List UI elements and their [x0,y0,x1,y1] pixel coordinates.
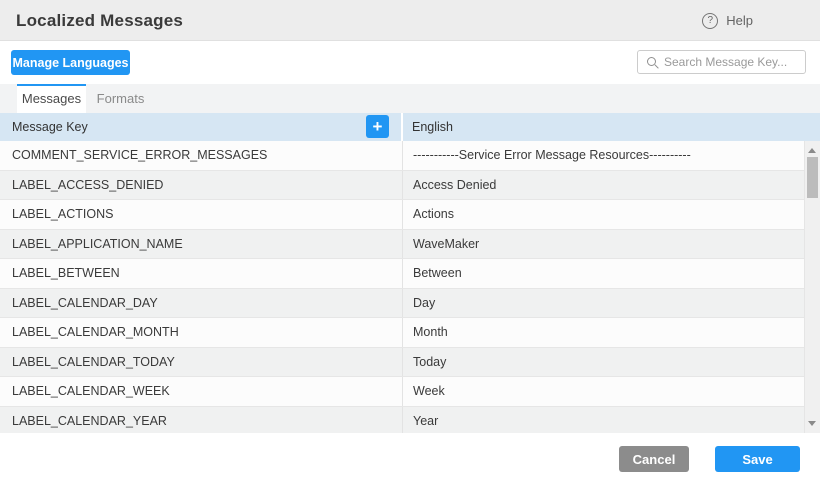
table-rows: COMMENT_SERVICE_ERROR_MESSAGES ---------… [0,141,804,433]
column-header-message-key: Message Key + [0,113,403,141]
scroll-down-icon[interactable] [808,421,816,426]
table-row[interactable]: LABEL_ACCESS_DENIED Access Denied [0,171,804,201]
table-body: COMMENT_SERVICE_ERROR_MESSAGES ---------… [0,141,820,433]
page-title: Localized Messages [16,0,183,41]
scroll-up-icon[interactable] [808,148,816,153]
message-key-cell[interactable]: LABEL_CALENDAR_DAY [0,289,403,318]
message-key-cell[interactable]: LABEL_CALENDAR_MONTH [0,318,403,347]
table-row[interactable]: LABEL_CALENDAR_DAY Day [0,289,804,319]
english-value-cell[interactable]: WaveMaker [403,230,804,259]
save-button[interactable]: Save [715,446,800,472]
table-row[interactable]: COMMENT_SERVICE_ERROR_MESSAGES ---------… [0,141,804,171]
table-row[interactable]: LABEL_ACTIONS Actions [0,200,804,230]
tab-formats[interactable]: Formats [86,84,155,113]
toolbar: Manage Languages [0,42,820,84]
help-label: Help [726,13,753,28]
english-value-cell[interactable]: -----------Service Error Message Resourc… [403,141,804,170]
manage-languages-button[interactable]: Manage Languages [11,50,130,75]
message-key-cell[interactable]: COMMENT_SERVICE_ERROR_MESSAGES [0,141,403,170]
tab-messages[interactable]: Messages [17,84,86,113]
english-value-cell[interactable]: Between [403,259,804,288]
table-scrollbar[interactable] [804,141,820,433]
english-value-cell[interactable]: Week [403,377,804,406]
column-header-message-key-label: Message Key [12,120,88,134]
tab-bar: Messages Formats [0,84,820,113]
message-key-cell[interactable]: LABEL_CALENDAR_WEEK [0,377,403,406]
english-value-cell[interactable]: Actions [403,200,804,229]
message-key-cell[interactable]: LABEL_APPLICATION_NAME [0,230,403,259]
table-row[interactable]: LABEL_CALENDAR_TODAY Today [0,348,804,378]
english-value-cell[interactable]: Month [403,318,804,347]
english-value-cell[interactable]: Access Denied [403,171,804,200]
scrollbar-thumb[interactable] [807,157,818,198]
title-bar: Localized Messages ? Help [0,0,820,41]
table-row[interactable]: LABEL_BETWEEN Between [0,259,804,289]
column-header-english: English [403,113,820,141]
table-row[interactable]: LABEL_CALENDAR_WEEK Week [0,377,804,407]
english-value-cell[interactable]: Year [403,407,804,434]
table-row[interactable]: LABEL_CALENDAR_MONTH Month [0,318,804,348]
search-box [637,50,806,74]
add-message-key-button[interactable]: + [366,115,389,138]
message-key-cell[interactable]: LABEL_ACTIONS [0,200,403,229]
english-value-cell[interactable]: Today [403,348,804,377]
table-row[interactable]: LABEL_CALENDAR_YEAR Year [0,407,804,434]
message-key-cell[interactable]: LABEL_CALENDAR_TODAY [0,348,403,377]
message-key-cell[interactable]: LABEL_CALENDAR_YEAR [0,407,403,434]
table-header: Message Key + English [0,113,820,141]
search-input[interactable] [638,51,805,73]
localized-messages-dialog: Localized Messages ? Help Manage Languag… [0,0,820,489]
cancel-button[interactable]: Cancel [619,446,689,472]
english-value-cell[interactable]: Day [403,289,804,318]
message-key-cell[interactable]: LABEL_BETWEEN [0,259,403,288]
footer: Cancel Save [0,433,820,489]
help-button[interactable]: ? Help [702,0,753,41]
message-key-cell[interactable]: LABEL_ACCESS_DENIED [0,171,403,200]
help-question-icon: ? [702,13,718,29]
table-row[interactable]: LABEL_APPLICATION_NAME WaveMaker [0,230,804,260]
